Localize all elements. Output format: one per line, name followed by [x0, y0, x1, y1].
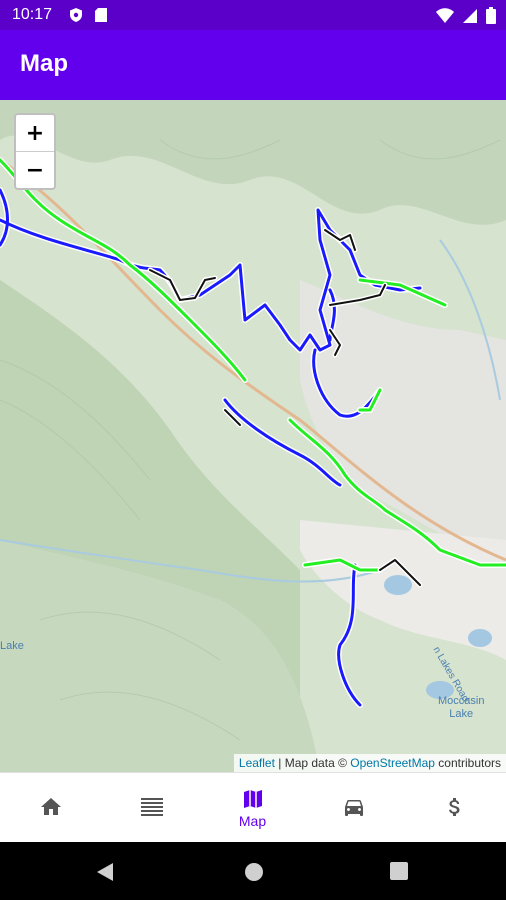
nav-item-home[interactable]	[0, 773, 101, 843]
zoom-control: + −	[14, 113, 56, 190]
map-view[interactable]: Lake n Lakes Road Moccasin Lake + − Leaf…	[0, 100, 506, 772]
shield-icon	[70, 8, 82, 22]
nav-item-car[interactable]	[303, 773, 404, 843]
sd-card-icon	[95, 8, 107, 22]
list-icon	[140, 798, 163, 816]
dollar-icon	[448, 798, 459, 816]
recents-icon[interactable]	[390, 862, 408, 880]
zoom-out-button[interactable]: −	[16, 151, 54, 188]
nav-item-list[interactable]	[101, 773, 202, 843]
map-label-moccasin-lake: Moccasin Lake	[438, 695, 484, 721]
page-title: Map	[20, 50, 68, 77]
back-icon[interactable]	[96, 862, 114, 882]
leaflet-link[interactable]: Leaflet	[239, 756, 275, 770]
attribution-separator: | Map data ©	[274, 756, 351, 770]
battery-icon	[486, 7, 496, 24]
home-icon	[40, 798, 61, 815]
car-icon	[344, 800, 363, 816]
openstreetmap-link[interactable]: OpenStreetMap	[350, 756, 435, 770]
map-label-lake: Lake	[0, 640, 24, 652]
map-icon	[243, 790, 262, 808]
map-attribution: Leaflet | Map data © OpenStreetMap contr…	[233, 754, 506, 772]
map-tiles	[0, 100, 506, 772]
nav-item-dollar[interactable]	[404, 773, 505, 843]
home-circle-icon[interactable]	[244, 862, 264, 882]
bottom-navigation: Map	[0, 772, 506, 843]
wifi-icon	[436, 7, 454, 23]
system-navigation-bar	[0, 842, 506, 900]
nav-label-map: Map	[238, 813, 267, 829]
zoom-in-button[interactable]: +	[16, 115, 54, 151]
app-bar: Map	[0, 30, 506, 100]
status-bar: 10:17	[0, 0, 506, 30]
signal-icon	[463, 8, 477, 23]
status-time: 10:17	[12, 6, 53, 23]
nav-item-map[interactable]: Map	[202, 773, 303, 843]
map-label-moccasin-line2: Lake	[449, 708, 474, 720]
attribution-suffix: contributors	[434, 756, 501, 770]
map-label-moccasin-line1: Moccasin	[438, 695, 485, 707]
